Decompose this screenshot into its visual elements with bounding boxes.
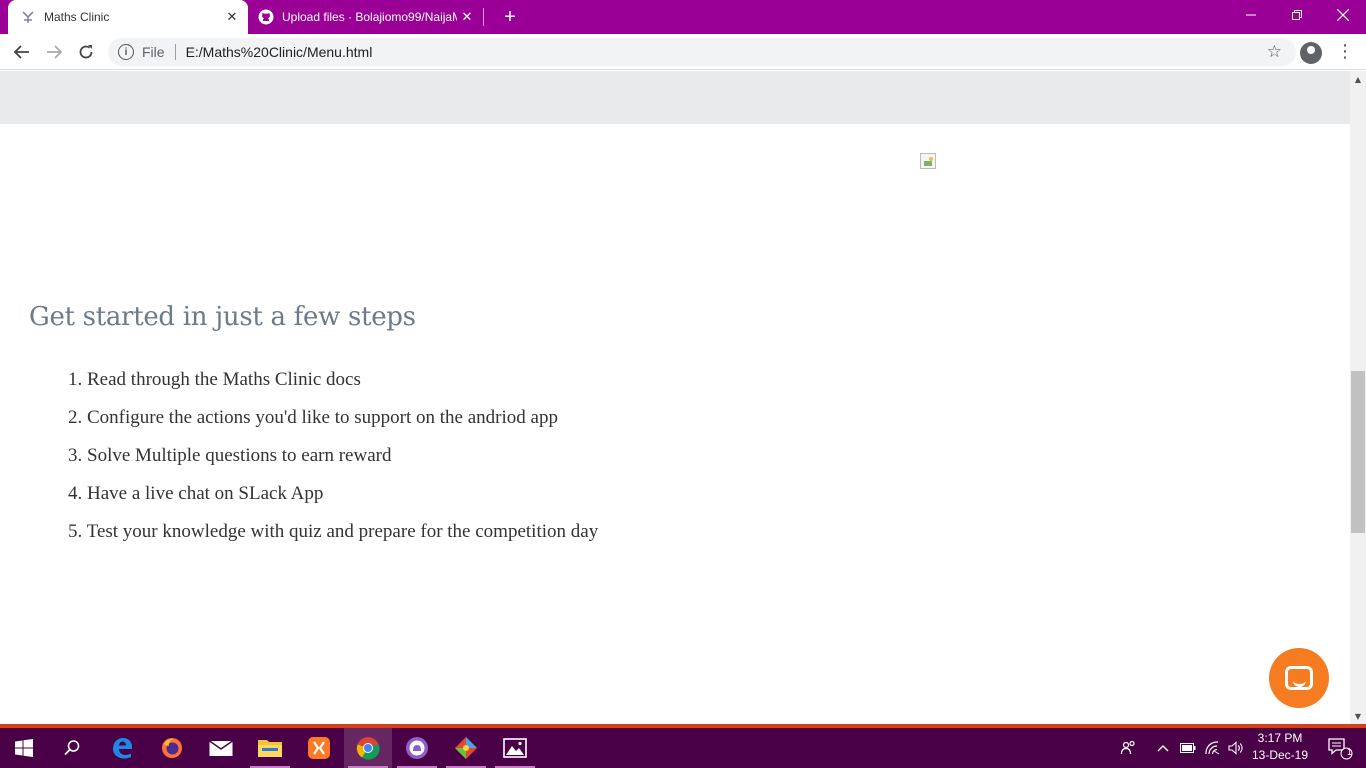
xampp-icon[interactable] [295,728,343,768]
git-icon[interactable] [442,728,490,768]
show-hidden-icons-chevron-icon[interactable] [1152,728,1174,768]
notification-count-badge: 1 [1346,747,1352,757]
list-item: 2. Configure the actions you'd like to s… [68,407,558,428]
mail-icon[interactable] [197,728,245,768]
list-item: 4. Have a live chat on SLack App [68,483,324,504]
browser-menu-icon[interactable]: ⋮ [1336,40,1354,64]
profile-avatar-icon[interactable] [1300,42,1322,64]
photos-icon[interactable] [491,728,539,768]
close-tab-icon[interactable]: ✕ [457,7,477,27]
scroll-up-arrow-icon[interactable]: ▲ [1350,71,1366,87]
tab-title: Maths Clinic [44,10,110,24]
browser-tabstrip: Maths Clinic ✕ Upload files · Bolajiomo9… [0,0,1366,34]
scroll-thumb[interactable] [1351,371,1365,533]
taskbar-clock[interactable]: 3:17 PM 13-Dec-19 [1248,730,1312,764]
list-item: 3. Solve Multiple questions to earn rewa… [68,445,392,466]
close-tab-icon[interactable]: ✕ [222,7,242,27]
firefox-icon[interactable] [148,728,196,768]
clock-time: 3:17 PM [1257,731,1303,745]
steps-list: 1. Read through the Maths Clinic docs 2.… [68,369,598,559]
windows-taskbar: 3:17 PM 13-Dec-19 1 [0,728,1366,768]
tab-title: Upload files · Bolajiomo99/NaijaM [282,10,457,24]
clock-date: 13-Dec-19 [1251,748,1309,762]
chat-bubble-icon [1285,666,1313,690]
close-window-icon[interactable] [1320,0,1366,30]
page-viewport: Get started in just a few steps 1. Read … [0,71,1350,724]
wifi-icon[interactable] [1202,728,1224,768]
back-arrow-icon[interactable] [8,38,36,66]
minimize-icon[interactable] [1228,0,1274,30]
reload-icon[interactable] [72,38,100,66]
people-icon[interactable] [1116,728,1140,768]
tab-separator [483,8,484,26]
steps-heading: Get started in just a few steps [29,302,416,332]
info-icon[interactable]: i [118,44,134,60]
search-icon[interactable] [48,728,96,768]
url-divider [174,44,176,60]
address-bar[interactable]: i File E:/Maths%20Clinic/Menu.html ☆ [108,38,1296,66]
maths-clinic-icon [20,9,36,25]
list-item: 1. Read through the Maths Clinic docs [68,369,361,390]
file-explorer-icon[interactable] [246,728,294,768]
github-desktop-icon[interactable] [393,728,441,768]
chat-launcher-button[interactable] [1269,648,1329,708]
restore-icon[interactable] [1274,0,1320,30]
bookmark-star-icon[interactable]: ☆ [1267,42,1282,62]
new-tab-button[interactable]: + [498,5,522,29]
github-icon [258,9,274,25]
scroll-down-arrow-icon[interactable]: ▼ [1350,708,1366,724]
page-header-bar [0,71,1350,124]
browser-toolbar: i File E:/Maths%20Clinic/Menu.html ☆ ⋮ [0,34,1366,70]
tab-maths-clinic[interactable]: Maths Clinic ✕ [8,0,248,34]
list-item: 5. Test your knowledge with quiz and pre… [68,521,599,542]
volume-icon[interactable] [1225,728,1247,768]
battery-icon[interactable] [1177,728,1199,768]
chrome-icon[interactable] [344,728,392,768]
url-scheme: File [142,44,165,60]
forward-arrow-icon[interactable] [40,38,68,66]
action-center-icon[interactable]: 1 [1320,728,1360,768]
start-icon[interactable] [0,728,48,768]
vertical-scrollbar[interactable]: ▲ ▼ [1350,71,1366,724]
broken-image-icon [920,153,936,169]
tab-github-upload[interactable]: Upload files · Bolajiomo99/NaijaM ✕ [248,0,488,34]
url-text[interactable]: E:/Maths%20Clinic/Menu.html [186,44,373,60]
edge-icon[interactable] [98,728,146,768]
